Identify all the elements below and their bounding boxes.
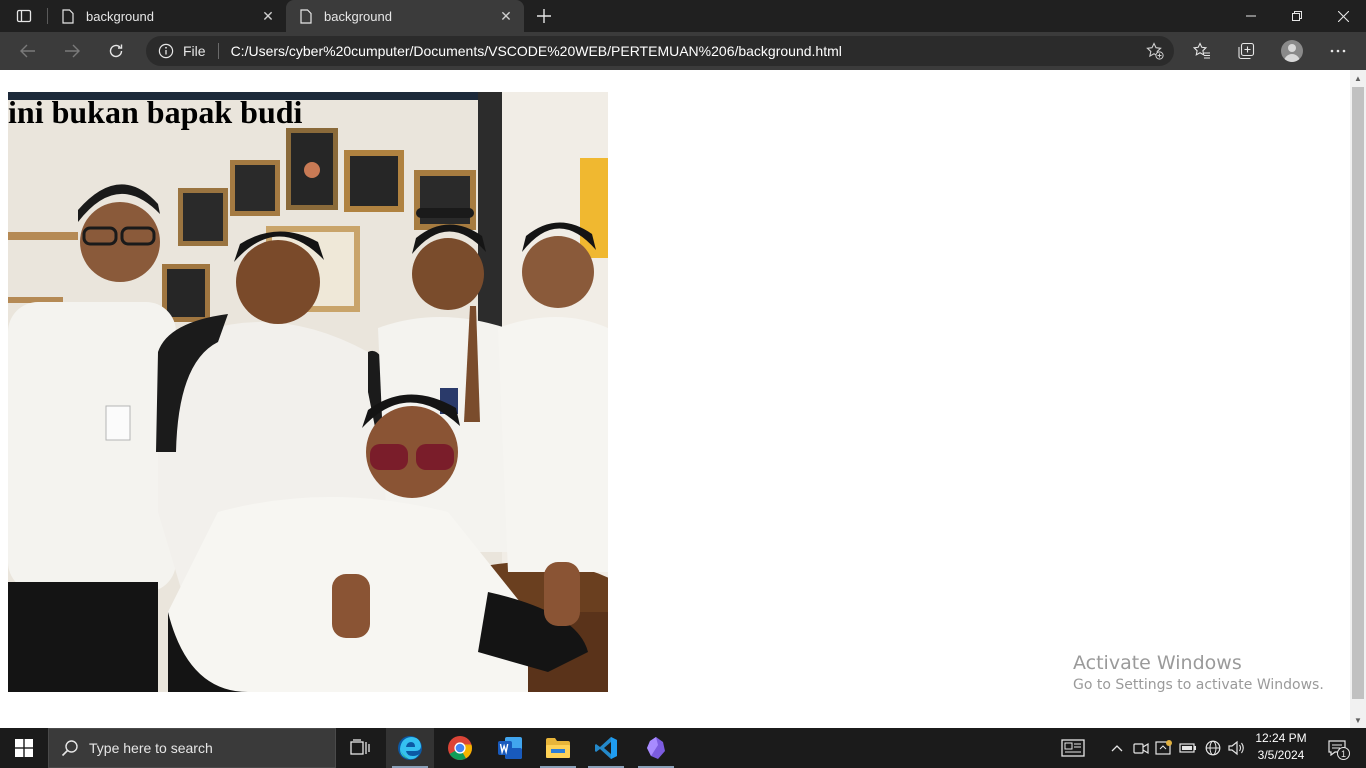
- back-button[interactable]: [13, 36, 43, 66]
- search-placeholder-text: Type here to search: [89, 740, 213, 756]
- refresh-button[interactable]: [101, 36, 131, 66]
- news-widget-button[interactable]: [1058, 728, 1088, 768]
- close-window-button[interactable]: [1320, 0, 1366, 32]
- site-info-icon[interactable]: [157, 42, 175, 60]
- taskbar-vscode-button[interactable]: [582, 728, 630, 768]
- restore-icon: [1292, 11, 1302, 21]
- task-view-icon: [350, 739, 370, 755]
- profile-avatar-icon: [1281, 40, 1303, 62]
- scroll-up-arrow-icon[interactable]: ▲: [1350, 70, 1366, 86]
- chrome-browser-icon: [448, 736, 472, 761]
- edge-browser-icon: [398, 736, 422, 760]
- address-bar[interactable]: File C:/Users/cyber%20cumputer/Documents…: [146, 36, 1174, 66]
- tab-title: background: [324, 8, 392, 24]
- meet-now-button[interactable]: [1132, 728, 1150, 768]
- taskbar-clock[interactable]: 12:24 PM 3/5/2024: [1250, 730, 1312, 766]
- obsidian-icon: [647, 737, 665, 759]
- folder-icon: [546, 738, 570, 758]
- clock-date: 3/5/2024: [1257, 748, 1305, 762]
- search-icon: [61, 739, 79, 757]
- group-photo-illustration: [8, 92, 608, 692]
- network-button[interactable]: [1203, 728, 1223, 768]
- windows-logo-icon: [15, 739, 33, 757]
- start-button[interactable]: [0, 728, 48, 768]
- word-icon: [498, 737, 522, 759]
- page-icon: [298, 8, 314, 24]
- page-icon: [60, 8, 76, 24]
- background-group-photo: [8, 92, 608, 692]
- taskbar-file-explorer-button[interactable]: [534, 728, 582, 768]
- forward-arrow-icon: [65, 44, 80, 58]
- battery-icon: [1179, 743, 1196, 753]
- windows-taskbar: Type here to search 12:24 PM 3/5/2024 1: [0, 728, 1366, 768]
- new-tab-button[interactable]: [532, 4, 556, 28]
- security-tray-button[interactable]: [1155, 728, 1173, 768]
- security-status-icon: [1155, 740, 1172, 755]
- url-scheme-label: File: [183, 43, 206, 59]
- notification-center-button[interactable]: 1: [1322, 734, 1352, 762]
- address-divider: [217, 43, 219, 59]
- tab-title: background: [86, 8, 154, 24]
- favorites-star-list-icon: [1193, 42, 1210, 59]
- refresh-icon: [109, 44, 123, 58]
- camera-icon: [1133, 742, 1149, 755]
- tab-background-2-active[interactable]: background ✕: [286, 0, 524, 32]
- more-horizontal-icon: [1330, 49, 1346, 53]
- restore-button[interactable]: [1274, 0, 1320, 32]
- globe-network-icon: [1205, 740, 1221, 756]
- tab-background-1[interactable]: background ✕: [48, 0, 286, 32]
- tab-actions-menu-button[interactable]: [8, 4, 40, 28]
- volume-button[interactable]: [1226, 728, 1248, 768]
- vertical-scrollbar[interactable]: ▲ ▼: [1350, 70, 1366, 728]
- browser-toolbar: File C:/Users/cyber%20cumputer/Documents…: [0, 32, 1366, 70]
- notification-count-badge: 1: [1337, 747, 1350, 760]
- taskbar-obsidian-button[interactable]: [632, 728, 680, 768]
- scroll-down-arrow-icon[interactable]: ▼: [1350, 712, 1366, 728]
- close-icon: [1337, 10, 1349, 22]
- taskbar-chrome-button[interactable]: [436, 728, 484, 768]
- favorites-button[interactable]: [1187, 36, 1217, 66]
- clock-time: 12:24 PM: [1255, 731, 1307, 745]
- page-viewport: ini bukan bapak budi Activate Windows Go…: [0, 70, 1350, 728]
- taskbar-edge-button[interactable]: [386, 728, 434, 768]
- profile-button[interactable]: [1277, 36, 1307, 66]
- watermark-title: Activate Windows: [1073, 652, 1242, 674]
- battery-button[interactable]: [1179, 728, 1197, 768]
- chevron-up-icon: [1111, 745, 1123, 752]
- scrollbar-thumb[interactable]: [1352, 87, 1364, 699]
- task-view-button[interactable]: [336, 728, 384, 768]
- settings-more-button[interactable]: [1323, 36, 1353, 66]
- tab-close-icon[interactable]: ✕: [258, 6, 278, 26]
- back-arrow-icon: [20, 44, 35, 58]
- show-hidden-icons-button[interactable]: [1108, 728, 1126, 768]
- collections-button[interactable]: [1231, 36, 1261, 66]
- watermark-subtitle: Go to Settings to activate Windows.: [1073, 677, 1324, 693]
- minimize-button[interactable]: [1228, 0, 1274, 32]
- browser-tab-strip: background ✕ background ✕: [0, 0, 1366, 32]
- page-heading: ini bukan bapak budi: [8, 94, 303, 130]
- url-text[interactable]: C:/Users/cyber%20cumputer/Documents/VSCO…: [231, 43, 1140, 59]
- tab-close-icon[interactable]: ✕: [496, 6, 516, 26]
- tab-actions-icon: [16, 9, 32, 23]
- taskbar-word-button[interactable]: [486, 728, 534, 768]
- speaker-volume-icon: [1228, 740, 1244, 756]
- forward-button[interactable]: [57, 36, 87, 66]
- add-favorite-star-icon[interactable]: [1140, 36, 1170, 66]
- taskbar-search-box[interactable]: Type here to search: [48, 728, 336, 768]
- activate-windows-watermark: Activate Windows Go to Settings to activ…: [1073, 652, 1324, 696]
- plus-icon: [537, 9, 551, 23]
- vscode-icon: [595, 737, 617, 759]
- collections-icon: [1238, 42, 1255, 60]
- minimize-icon: [1246, 15, 1256, 17]
- news-icon: [1061, 739, 1085, 757]
